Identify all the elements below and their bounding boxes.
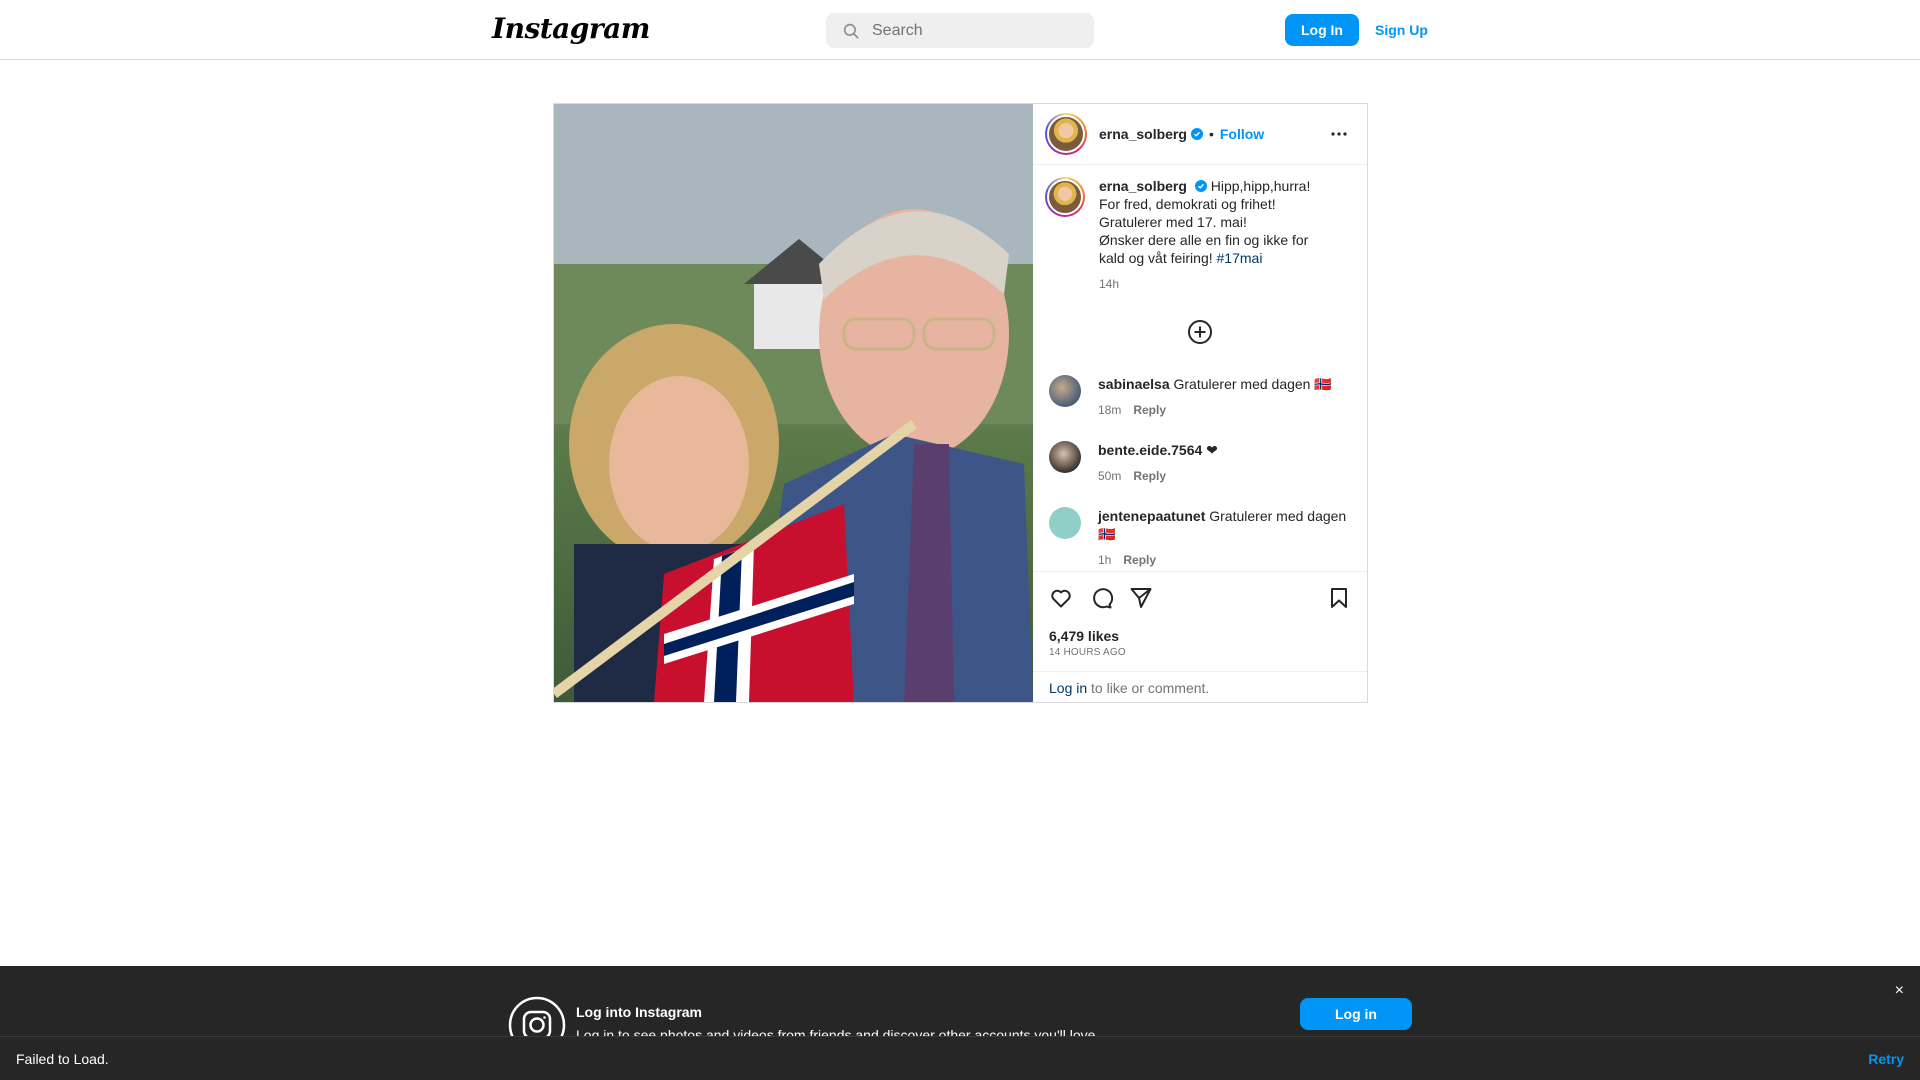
retry-button[interactable]: Retry xyxy=(1868,1051,1904,1067)
reply-button[interactable]: Reply xyxy=(1123,553,1156,567)
commenter-username[interactable]: bente.eide.7564 xyxy=(1098,442,1202,458)
reply-button[interactable]: Reply xyxy=(1133,403,1166,417)
author-avatar[interactable] xyxy=(1045,113,1087,155)
caption-username[interactable]: erna_solberg xyxy=(1099,178,1187,194)
caption-avatar-photo xyxy=(1047,179,1083,215)
search-input[interactable] xyxy=(872,21,1072,40)
login-link[interactable]: Log in xyxy=(1049,680,1087,696)
comment-time[interactable]: 18m xyxy=(1098,403,1121,417)
comment-time[interactable]: 1h xyxy=(1098,553,1111,567)
caption-avatar[interactable] xyxy=(1045,177,1085,217)
caption-line: Gratulerer med 17. mai! xyxy=(1099,214,1247,230)
error-message: Failed to Load. xyxy=(16,1051,109,1067)
post-age[interactable]: 14 HOURS AGO xyxy=(1049,647,1126,658)
post-header: erna_solberg • Follow xyxy=(1033,104,1367,165)
follow-button[interactable]: Follow xyxy=(1220,126,1264,142)
separator-dot: • xyxy=(1208,126,1214,142)
top-navigation-bar: Instagram Log In Sign Up xyxy=(0,0,1920,60)
search-box[interactable] xyxy=(826,13,1094,48)
caption-line: Ønsker dere alle en fin og ikke for xyxy=(1099,232,1309,248)
hashtag-link[interactable]: #17mai xyxy=(1217,250,1263,266)
post-sidebar: erna_solberg • Follow erna_solberg Hipp,… xyxy=(1033,104,1367,702)
comment-icon[interactable] xyxy=(1089,586,1113,610)
post-photo-illustration xyxy=(554,104,1033,702)
comment-item: jentenepaatunet Gratulerer med dagen 🇳🇴 … xyxy=(1049,507,1349,569)
caption-line: kald og våt feiring! xyxy=(1099,250,1213,266)
comment-meta: 1h Reply xyxy=(1098,551,1346,569)
close-icon[interactable]: × xyxy=(1895,982,1904,1000)
comment-item: sabinaelsa Gratulerer med dagen 🇳🇴 18m Re… xyxy=(1049,375,1349,419)
verified-badge-icon xyxy=(1190,128,1203,140)
login-prompt-text: to like or comment. xyxy=(1087,680,1210,696)
login-banner: Log into Instagram Log in to see photos … xyxy=(0,966,1920,1054)
comment-text: ❤ xyxy=(1206,442,1218,458)
comment-text: Gratulerer med dagen xyxy=(1209,508,1347,524)
heart-icon[interactable] xyxy=(1049,586,1073,610)
caption-text: erna_solberg Hipp,hipp,hurra! For fred, … xyxy=(1099,177,1310,293)
post-photo[interactable] xyxy=(554,104,1033,702)
comment-text: Gratulerer med dagen 🇳🇴 xyxy=(1173,376,1332,392)
post-card: erna_solberg • Follow erna_solberg Hipp,… xyxy=(553,103,1368,703)
more-options-icon[interactable] xyxy=(1329,124,1349,144)
post-actions xyxy=(1033,571,1367,621)
header-login-button[interactable]: Log In xyxy=(1285,14,1359,46)
commenter-avatar[interactable] xyxy=(1049,375,1081,407)
comment-text-emoji: 🇳🇴 xyxy=(1098,526,1116,542)
comment-body: sabinaelsa Gratulerer med dagen 🇳🇴 18m Re… xyxy=(1098,375,1332,419)
reply-button[interactable]: Reply xyxy=(1133,469,1166,483)
bookmark-icon[interactable] xyxy=(1327,586,1351,610)
commenter-username[interactable]: jentenepaatunet xyxy=(1098,508,1205,524)
search-icon xyxy=(843,23,859,39)
login-to-comment: Log in to like or comment. xyxy=(1033,671,1367,702)
comment-item: bente.eide.7564 ❤ 50m Reply xyxy=(1049,441,1349,485)
instagram-wordmark[interactable]: Instagram xyxy=(492,12,650,45)
plus-circle-icon[interactable] xyxy=(1187,319,1213,345)
comment-time[interactable]: 50m xyxy=(1098,469,1121,483)
caption-line: Hipp,hipp,hurra! xyxy=(1210,178,1311,194)
signup-link[interactable]: Sign Up xyxy=(1375,22,1428,38)
verified-badge-icon xyxy=(1194,180,1207,192)
comment-meta: 18m Reply xyxy=(1098,401,1332,419)
error-snackbar: Failed to Load. Retry xyxy=(0,1036,1920,1080)
commenter-username[interactable]: sabinaelsa xyxy=(1098,376,1170,392)
banner-login-button[interactable]: Log in xyxy=(1300,998,1412,1030)
banner-title: Log into Instagram xyxy=(576,1004,702,1020)
commenter-avatar[interactable] xyxy=(1049,507,1081,539)
commenter-avatar[interactable] xyxy=(1049,441,1081,473)
comment-meta: 50m Reply xyxy=(1098,467,1218,485)
comment-body: bente.eide.7564 ❤ 50m Reply xyxy=(1098,441,1218,485)
comments-section[interactable]: erna_solberg Hipp,hipp,hurra! For fred, … xyxy=(1033,165,1367,570)
post-caption: erna_solberg Hipp,hipp,hurra! For fred, … xyxy=(1045,177,1345,293)
caption-timestamp[interactable]: 14h xyxy=(1099,275,1310,293)
send-icon[interactable] xyxy=(1129,586,1153,610)
likes-count[interactable]: 6,479 likes xyxy=(1049,628,1119,644)
comment-body: jentenepaatunet Gratulerer med dagen 🇳🇴 … xyxy=(1098,507,1346,569)
author-avatar-photo xyxy=(1047,115,1085,153)
author-username[interactable]: erna_solberg xyxy=(1099,126,1187,142)
caption-line: For fred, demokrati og frihet! xyxy=(1099,196,1276,212)
